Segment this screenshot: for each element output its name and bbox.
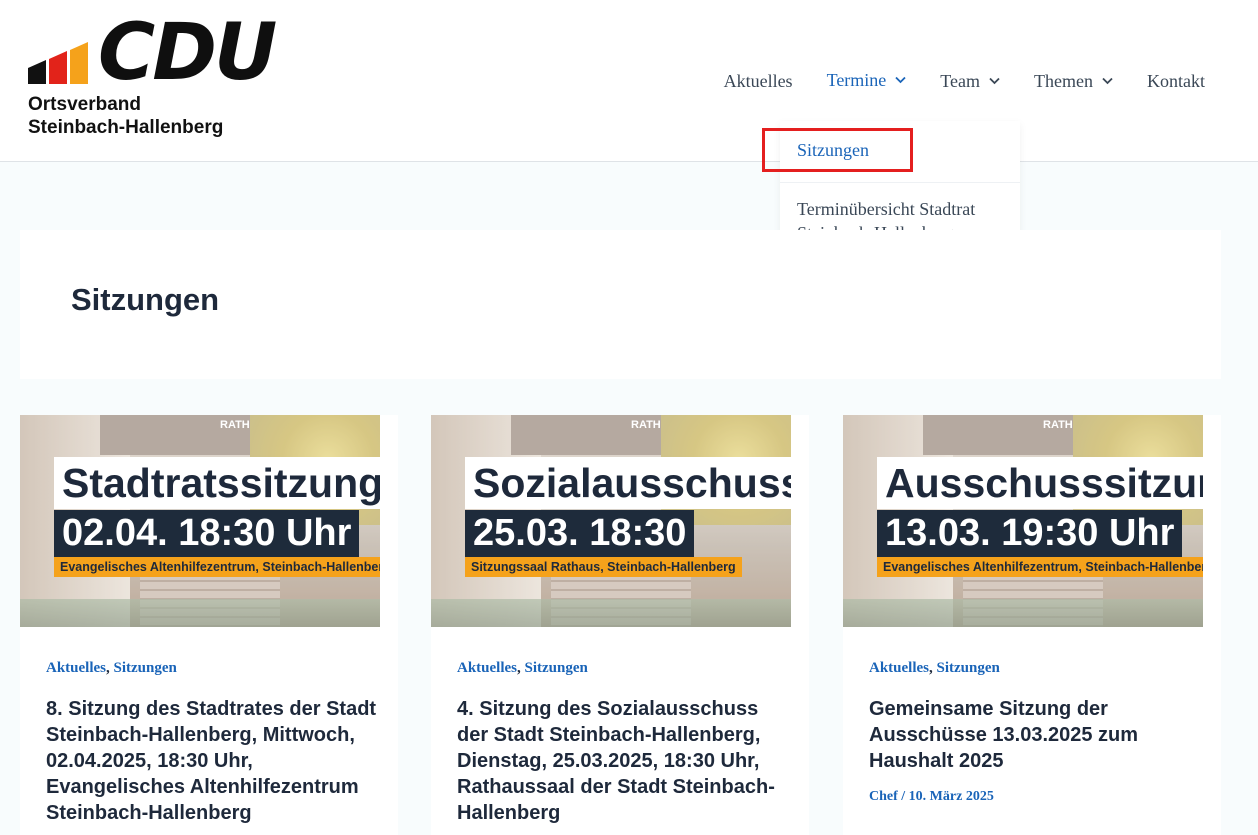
page-title: Sitzungen: [71, 282, 220, 317]
logo-bars-icon: [28, 42, 88, 84]
image-overlay-title: Ausschusssitzung: [877, 457, 1203, 509]
chevron-down-icon: [1102, 77, 1113, 85]
post-card: RATHAUS Ausschusssitzung 13.03. 19:30 Uh…: [843, 415, 1221, 835]
image-overlay-location: Evangelisches Altenhilfezentrum, Steinba…: [54, 557, 380, 577]
nav-label: Termine: [826, 69, 887, 90]
category-separator: ,: [929, 660, 933, 676]
logo-subtitle-line2: Steinbach-Hallenberg: [28, 117, 224, 138]
category-link-sitzungen[interactable]: Sitzungen: [114, 660, 177, 676]
category-link-aktuelles[interactable]: Aktuelles: [457, 660, 517, 676]
meta-separator: /: [897, 789, 909, 804]
post-categories: Aktuelles, Sitzungen: [457, 660, 588, 677]
image-overlay-title: Stadtratssitzung: [54, 457, 380, 509]
logo-subtitle-line1: Ortsverband: [28, 94, 141, 115]
post-author-link[interactable]: Chef: [869, 789, 898, 804]
category-link-sitzungen[interactable]: Sitzungen: [937, 660, 1000, 676]
nav-label: Aktuelles: [723, 70, 793, 91]
image-overlay-date: 02.04. 18:30 Uhr: [54, 510, 360, 557]
category-link-sitzungen[interactable]: Sitzungen: [525, 660, 588, 676]
logo-wordmark: CDU: [98, 8, 277, 98]
image-overlay-location: Sitzungssaal Rathaus, Steinbach-Hallenbe…: [465, 557, 742, 577]
image-overlay-location: Evangelisches Altenhilfezentrum, Steinba…: [877, 557, 1203, 577]
image-overlay-date: 13.03. 19:30 Uhr: [877, 510, 1183, 557]
chevron-down-icon: [989, 77, 1000, 85]
image-overlay-title: Sozialausschuss: [465, 457, 791, 509]
category-separator: ,: [106, 660, 110, 676]
post-title-link[interactable]: 4. Sitzung des Sozialausschuss der Stadt…: [457, 696, 793, 826]
nav-item-themen[interactable]: Themen: [1017, 21, 1130, 141]
post-card: RATHAUS Stadtratssitzung 02.04. 18:30 Uh…: [20, 415, 398, 835]
post-title-link[interactable]: Gemeinsame Sitzung der Ausschüsse 13.03.…: [869, 696, 1205, 774]
post-categories: Aktuelles, Sitzungen: [46, 660, 177, 677]
post-image[interactable]: RATHAUS Ausschusssitzung 13.03. 19:30 Uh…: [843, 415, 1203, 627]
post-date: 10. März 2025: [908, 789, 994, 804]
site-header: CDU Ortsverband Steinbach-Hallenberg Akt…: [0, 0, 1258, 162]
nav-label: Team: [940, 70, 981, 91]
page-title-card: Sitzungen: [20, 230, 1221, 379]
category-link-aktuelles[interactable]: Aktuelles: [869, 660, 929, 676]
post-title-link[interactable]: 8. Sitzung des Stadtrates der Stadt Stei…: [46, 696, 382, 826]
post-image[interactable]: RATHAUS Sozialausschuss 25.03. 18:30 Sit…: [431, 415, 791, 627]
nav-label: Kontakt: [1147, 70, 1205, 91]
chevron-down-icon: [895, 76, 906, 84]
post-card: RATHAUS Sozialausschuss 25.03. 18:30 Sit…: [431, 415, 809, 835]
category-separator: ,: [517, 660, 521, 676]
category-link-aktuelles[interactable]: Aktuelles: [46, 660, 106, 676]
post-meta: Chef / 10. März 2025: [869, 789, 994, 805]
post-image[interactable]: RATHAUS Stadtratssitzung 02.04. 18:30 Uh…: [20, 415, 380, 627]
image-overlay-date: 25.03. 18:30: [465, 510, 695, 557]
post-categories: Aktuelles, Sitzungen: [869, 660, 1000, 677]
highlight-box: [762, 128, 913, 172]
site-logo[interactable]: CDU Ortsverband Steinbach-Hallenberg: [28, 14, 318, 140]
nav-label: Themen: [1034, 70, 1093, 91]
nav-item-kontakt[interactable]: Kontakt: [1130, 21, 1222, 141]
logo-subtitle: Ortsverband Steinbach-Hallenberg: [28, 93, 223, 139]
